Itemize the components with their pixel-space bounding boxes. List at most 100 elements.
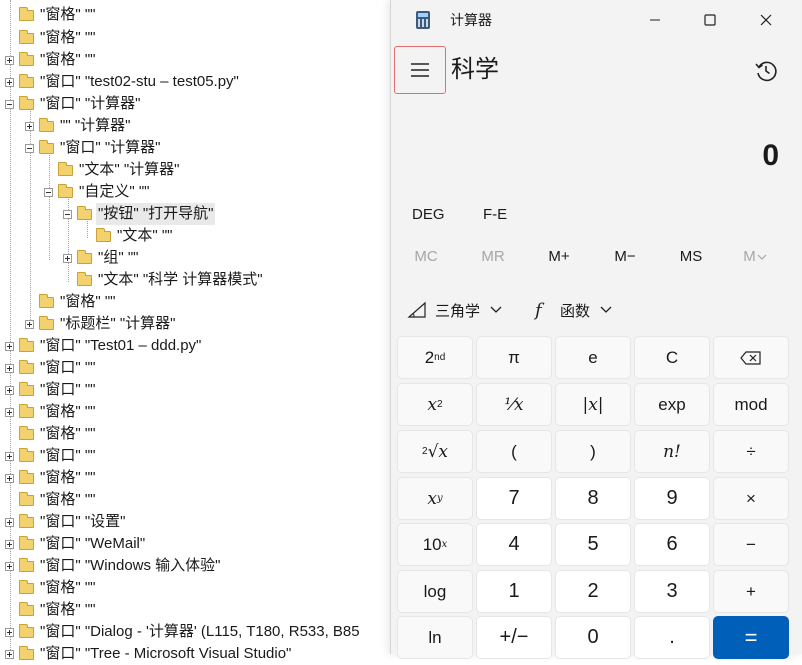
negate-key[interactable]: +/− [476, 616, 552, 659]
tree-node[interactable]: "窗口" "" [5, 445, 97, 467]
absolute-value-key[interactable]: |x| [555, 383, 631, 426]
tree-node[interactable]: "窗格" "" [5, 577, 97, 599]
tree-node[interactable]: "窗格" "" [25, 291, 117, 313]
trigonometry-dropdown[interactable]: 三角学 [407, 298, 502, 322]
memory-clear-button[interactable]: MC [398, 246, 454, 268]
digit-6-key[interactable]: 6 [634, 523, 710, 566]
expand-toggle-icon[interactable] [25, 121, 34, 131]
clear-key[interactable]: C [634, 336, 710, 379]
tree-node[interactable]: "" "计算器" [25, 115, 132, 137]
tree-node[interactable]: "窗口" "计算器" [5, 93, 142, 115]
function-dropdown[interactable]: f 函数 [532, 298, 612, 322]
digit-9-key[interactable]: 9 [634, 477, 710, 520]
add-key[interactable]: + [713, 570, 789, 613]
memory-add-button[interactable]: M+ [531, 246, 587, 268]
right-parenthesis-key[interactable]: ) [555, 430, 631, 473]
tree-node[interactable]: "窗口" "WeMail" [5, 533, 147, 555]
second-function-key[interactable]: 2nd [397, 336, 473, 379]
expand-toggle-icon[interactable] [5, 77, 14, 87]
pi-key[interactable]: π [476, 336, 552, 379]
multiply-key[interactable]: × [713, 477, 789, 520]
tree-node[interactable]: "窗口" "test02-stu – test05.py" [5, 71, 241, 93]
equals-key[interactable]: = [713, 616, 789, 659]
tree-node[interactable]: "窗格" "" [5, 27, 97, 49]
expand-toggle-icon[interactable] [5, 539, 14, 549]
subtract-key[interactable]: − [713, 523, 789, 566]
collapse-toggle-icon[interactable] [44, 187, 53, 197]
tree-node[interactable]: "自定义" "" [44, 181, 151, 203]
divide-key[interactable]: ÷ [713, 430, 789, 473]
tree-node-selected[interactable]: "按钮" "打开导航" [63, 203, 216, 225]
tree-node[interactable]: "窗格" "" [5, 401, 97, 423]
tree-node[interactable]: "标题栏" "计算器" [25, 313, 177, 335]
tree-node[interactable]: "窗格" "" [5, 467, 97, 489]
tree-node[interactable]: "窗格" "" [5, 4, 97, 26]
log-key[interactable]: log [397, 570, 473, 613]
digit-0-key[interactable]: 0 [555, 616, 631, 659]
close-button[interactable] [746, 4, 786, 36]
digit-2-key[interactable]: 2 [555, 570, 631, 613]
power-key[interactable]: xy [397, 477, 473, 520]
expand-toggle-icon[interactable] [5, 517, 14, 527]
expand-toggle-icon[interactable] [5, 407, 14, 417]
mod-key[interactable]: mod [713, 383, 789, 426]
tree-node[interactable]: "窗口" "" [5, 357, 97, 379]
expand-toggle-icon[interactable] [5, 55, 14, 65]
digit-5-key[interactable]: 5 [555, 523, 631, 566]
digit-8-key[interactable]: 8 [555, 477, 631, 520]
tree-node[interactable]: "窗口" "设置" [5, 511, 127, 533]
decimal-point-key[interactable]: . [634, 616, 710, 659]
expand-toggle-icon[interactable] [5, 649, 14, 659]
memory-store-button[interactable]: MS [663, 246, 719, 268]
collapse-toggle-icon[interactable] [25, 143, 34, 153]
collapse-toggle-icon[interactable] [5, 99, 14, 109]
backspace-key[interactable] [713, 336, 789, 379]
tree-node[interactable]: "文本" "科学 计算器模式" [63, 269, 265, 291]
expand-toggle-icon[interactable] [5, 341, 14, 351]
tree-node[interactable]: "窗格" "" [5, 599, 97, 621]
digit-3-key[interactable]: 3 [634, 570, 710, 613]
factorial-key[interactable]: n! [634, 430, 710, 473]
tree-node[interactable]: "窗口" "Test01 – ddd.py" [5, 335, 203, 357]
tree-node[interactable]: "窗格" "" [5, 489, 97, 511]
tree-node[interactable]: "窗口" "" [5, 379, 97, 401]
exp-key[interactable]: exp [634, 383, 710, 426]
fixed-exponent-button[interactable]: F-E [483, 204, 507, 226]
tree-node[interactable]: "组" "" [63, 247, 140, 269]
memory-list-button[interactable]: M [727, 246, 783, 268]
square-root-key[interactable]: 2 √x [397, 430, 473, 473]
expand-toggle-icon[interactable] [63, 253, 72, 263]
digit-4-key[interactable]: 4 [476, 523, 552, 566]
reciprocal-key[interactable]: ⅟x [476, 383, 552, 426]
tree-node[interactable]: "窗格" "" [5, 423, 97, 445]
ten-power-key[interactable]: 10 x [397, 523, 473, 566]
expand-toggle-icon[interactable] [5, 627, 14, 637]
digit-7-key[interactable]: 7 [476, 477, 552, 520]
memory-subtract-button[interactable]: M− [597, 246, 653, 268]
expand-toggle-icon[interactable] [25, 319, 34, 329]
square-key[interactable]: x2 [397, 383, 473, 426]
digit-1-key[interactable]: 1 [476, 570, 552, 613]
expand-toggle-icon[interactable] [5, 561, 14, 571]
left-parenthesis-key[interactable]: ( [476, 430, 552, 473]
euler-key[interactable]: e [555, 336, 631, 379]
collapse-toggle-icon[interactable] [63, 209, 72, 219]
tree-node[interactable]: "窗口" "Tree - Microsoft Visual Studio" [5, 643, 293, 665]
expand-toggle-icon[interactable] [5, 473, 14, 483]
open-navigation-button[interactable] [394, 46, 446, 94]
tree-node[interactable]: "窗口" "Windows 输入体验" [5, 555, 222, 577]
angle-unit-button[interactable]: DEG [412, 204, 445, 226]
tree-node[interactable]: "窗格" "" [5, 49, 97, 71]
minimize-button[interactable] [635, 4, 675, 36]
tree-node[interactable]: "文本" "计算器" [44, 159, 181, 181]
tree-node[interactable]: "窗口" "计算器" [25, 137, 162, 159]
memory-recall-button[interactable]: MR [465, 246, 521, 268]
maximize-button[interactable] [690, 4, 730, 36]
tree-node[interactable]: "窗口" "Dialog - '计算器' (L115, T180, R533, … [5, 621, 362, 643]
tree-node[interactable]: "文本" "" [82, 225, 174, 247]
expand-toggle-icon[interactable] [5, 363, 14, 373]
history-button[interactable] [749, 56, 783, 86]
natural-log-key[interactable]: ln [397, 616, 473, 659]
expand-toggle-icon[interactable] [5, 451, 14, 461]
expand-toggle-icon[interactable] [5, 385, 14, 395]
